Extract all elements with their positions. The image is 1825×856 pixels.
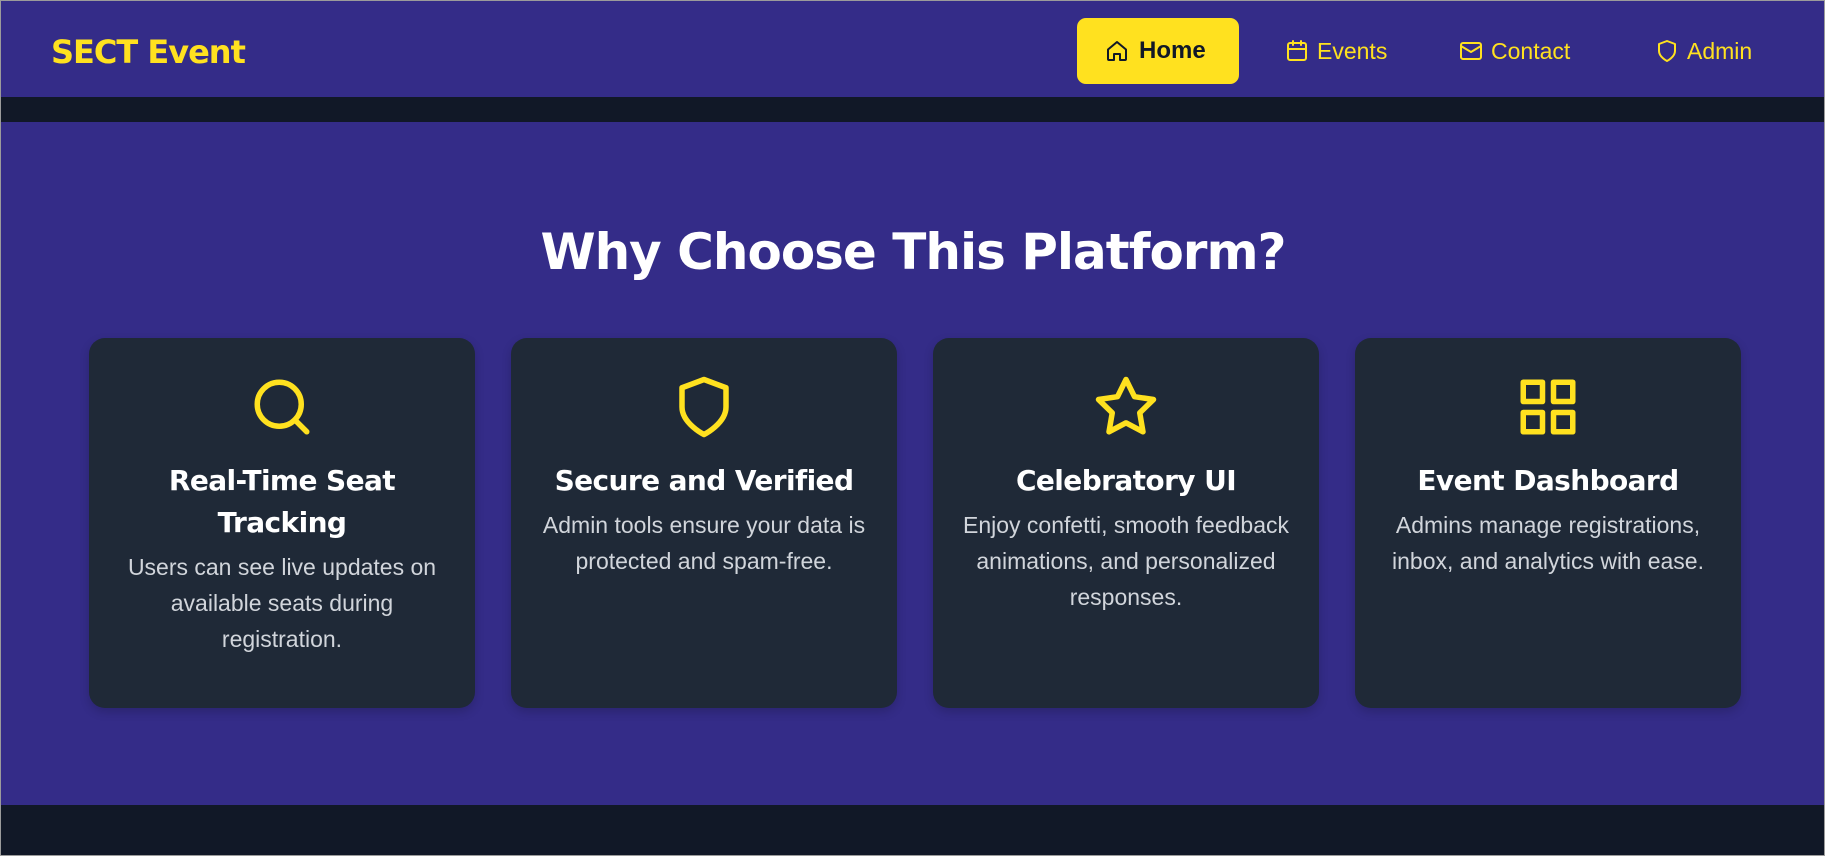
- feature-card-celebratory-ui: Celebratory UI Enjoy confetti, smooth fe…: [933, 338, 1319, 708]
- feature-card-text: Admin tools ensure your data is protecte…: [542, 512, 866, 574]
- calendar-icon: [1285, 39, 1309, 63]
- mail-icon: [1459, 39, 1483, 63]
- star-icon: [959, 374, 1293, 440]
- section-title: Why Choose This Platform?: [540, 223, 1286, 281]
- feature-card-title: Real-Time Seat Tracking: [168, 464, 396, 539]
- feature-card-seat-tracking: Real-Time Seat Tracking Users can see li…: [89, 338, 475, 708]
- feature-card-title: Secure and Verified: [554, 464, 854, 497]
- feature-card-text: Users can see live updates on available …: [127, 554, 437, 652]
- feature-card-text: Enjoy confetti, smooth feedback animatio…: [962, 512, 1290, 610]
- nav-admin[interactable]: Admin: [1639, 18, 1768, 84]
- feature-card-text: Admins manage registrations, inbox, and …: [1392, 512, 1704, 574]
- navbar: SECT Event Home Events Contact Admin: [1, 1, 1825, 97]
- features-section: Why Choose This Platform? Real-Time Seat…: [1, 122, 1825, 805]
- feature-card-title: Event Dashboard: [1417, 464, 1679, 497]
- brand-logo[interactable]: SECT Event: [51, 32, 246, 72]
- nav-events-label: Events: [1317, 37, 1388, 64]
- footer: [1, 805, 1825, 856]
- grid-icon: [1381, 374, 1715, 440]
- nav-contact[interactable]: Contact: [1443, 18, 1586, 84]
- feature-card-title: Celebratory UI: [1015, 464, 1237, 497]
- search-icon: [115, 374, 449, 440]
- nav-admin-label: Admin: [1687, 37, 1753, 64]
- nav-events[interactable]: Events: [1269, 18, 1403, 84]
- feature-card-dashboard: Event Dashboard Admins manage registrati…: [1355, 338, 1741, 708]
- nav-home[interactable]: Home: [1077, 18, 1239, 84]
- nav-home-label: Home: [1139, 37, 1206, 64]
- shield-icon: [537, 374, 871, 440]
- home-icon: [1105, 39, 1129, 63]
- header-divider: [1, 97, 1825, 122]
- shield-icon: [1655, 39, 1679, 63]
- feature-card-secure: Secure and Verified Admin tools ensure y…: [511, 338, 897, 708]
- nav-contact-label: Contact: [1491, 37, 1571, 64]
